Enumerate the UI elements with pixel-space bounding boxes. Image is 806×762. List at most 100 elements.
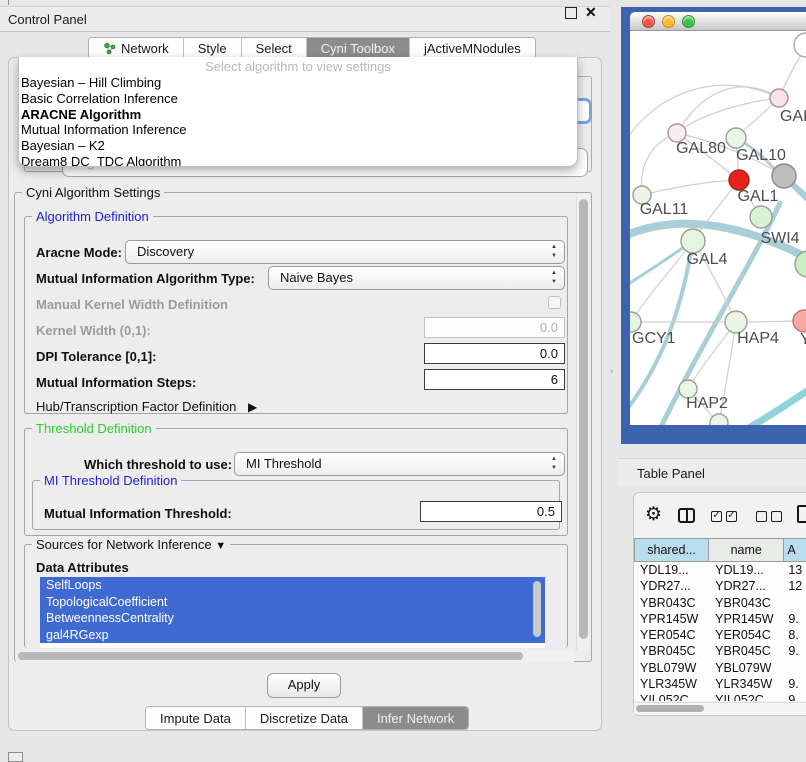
- sources-title-toggle[interactable]: Sources for Network Inference ▼: [32, 537, 230, 552]
- table-row[interactable]: YBR045CYBR045C9.: [634, 643, 806, 659]
- tab-network[interactable]: Network: [89, 38, 183, 59]
- hub-definition-toggle[interactable]: Hub/Transcription Factor Definition ▶: [36, 399, 257, 414]
- network-window-titlebar[interactable]: [630, 12, 806, 31]
- table-row[interactable]: YPR145WYPR145W9.: [634, 611, 806, 627]
- list-scrollbar-thumb[interactable]: [533, 581, 541, 637]
- network-node-gal1[interactable]: [729, 170, 749, 190]
- algorithm-option-aracne-algorithm[interactable]: ARACNE Algorithm: [19, 107, 577, 123]
- split-columns-icon[interactable]: [678, 508, 695, 523]
- network-edge[interactable]: [642, 180, 739, 195]
- table-cell: YLR345W: [709, 676, 784, 692]
- table-rows: YDL19...YDL19...13YDR27...YDR27...12YBR0…: [634, 562, 806, 701]
- network-node-label: GAL1: [738, 188, 779, 205]
- tab-infer-network[interactable]: Infer Network: [362, 707, 468, 729]
- tab-label: Select: [256, 41, 292, 56]
- algorithm-option-mutual-information-inference[interactable]: Mutual Information Inference: [19, 122, 577, 138]
- settings-vertical-scrollbar[interactable]: [576, 196, 590, 650]
- splitter-handle[interactable]: ›: [610, 366, 613, 377]
- which-threshold-select[interactable]: MI Threshold ▲▼: [234, 452, 565, 476]
- network-node-label: HAP4: [737, 330, 779, 347]
- column-header-name[interactable]: name: [709, 538, 784, 562]
- aracne-mode-select[interactable]: Discovery ▲▼: [125, 240, 565, 264]
- network-edge[interactable]: [740, 381, 806, 425]
- table-row[interactable]: YDL19...YDL19...13: [634, 562, 806, 578]
- scrollbar-thumb[interactable]: [18, 652, 523, 660]
- algorithm-option-basic-correlation-inference[interactable]: Basic Correlation Inference: [19, 91, 577, 107]
- table-row[interactable]: YDR27...YDR27...12: [634, 578, 806, 594]
- close-traffic-light[interactable]: [642, 15, 655, 28]
- network-node-label: Y: [800, 331, 806, 348]
- network-graph[interactable]: GALGAL80GAL10GAL1GAL11SWI4GAL4GCY1HAP4YH…: [630, 31, 806, 425]
- attribute-item-gal4rgexp[interactable]: gal4RGexp: [40, 627, 545, 644]
- tab-label: Infer Network: [377, 711, 454, 726]
- gear-icon[interactable]: ⚙: [645, 503, 662, 526]
- float-window-icon[interactable]: [565, 7, 577, 19]
- dpi-tolerance-field[interactable]: 0.0: [424, 343, 565, 364]
- scrollbar-thumb[interactable]: [579, 199, 588, 639]
- unchecked-checkbox-icon[interactable]: [771, 511, 782, 522]
- table-row[interactable]: YBR043CYBR043C: [634, 595, 806, 611]
- network-node-gcy1[interactable]: [630, 312, 641, 332]
- network-edge[interactable]: [677, 98, 779, 133]
- unchecked-checkbox-icon[interactable]: [756, 511, 767, 522]
- checked-checkbox-icon[interactable]: ✓: [711, 511, 722, 522]
- network-node-gal4[interactable]: [681, 229, 705, 253]
- tab-style[interactable]: Style: [183, 38, 241, 59]
- network-node-label: GAL11: [640, 201, 689, 218]
- mi-threshold-field[interactable]: 0.5: [420, 501, 562, 522]
- table-cell: YBR043C: [634, 595, 709, 611]
- network-node-gal[interactable]: [770, 89, 788, 107]
- close-icon[interactable]: ✕: [585, 4, 597, 21]
- tab-jactivemnodules[interactable]: jActiveMNodules: [409, 38, 535, 59]
- apply-button[interactable]: Apply: [267, 673, 341, 698]
- table-cell: YLR345W: [634, 676, 709, 692]
- network-canvas[interactable]: GALGAL80GAL10GAL1GAL11SWI4GAL4GCY1HAP4YH…: [630, 31, 806, 425]
- network-edge[interactable]: [641, 133, 677, 195]
- network-node[interactable]: [794, 33, 806, 57]
- tab-label: Network: [121, 41, 169, 56]
- network-edge[interactable]: [677, 87, 779, 133]
- tab-cyni-toolbox[interactable]: Cyni Toolbox: [306, 38, 409, 59]
- tab-select[interactable]: Select: [241, 38, 306, 59]
- mi-steps-field[interactable]: 6: [424, 369, 565, 390]
- column-header-shared[interactable]: shared...: [634, 538, 709, 562]
- network-node-label: GAL80: [676, 140, 726, 157]
- table-cell: YDL19...: [634, 562, 709, 578]
- attribute-item-selfloops[interactable]: SelfLoops: [40, 577, 545, 594]
- threshold-definition-title: Threshold Definition: [32, 421, 156, 436]
- table-row[interactable]: YBL079WYBL079W: [634, 660, 806, 676]
- mi-algorithm-type-select[interactable]: Naive Bayes ▲▼: [268, 266, 565, 290]
- zoom-traffic-light[interactable]: [682, 15, 695, 28]
- stepper-arrows-icon: ▲▼: [551, 243, 557, 261]
- column-header-a[interactable]: A: [784, 538, 806, 562]
- attribute-item-betweennesscentrality[interactable]: BetweennessCentrality: [40, 610, 545, 627]
- tab-label: Impute Data: [160, 711, 231, 726]
- checked-checkbox-icon[interactable]: ✓: [726, 511, 737, 522]
- mi-algorithm-type-label: Mutual Information Algorithm Type:: [36, 271, 255, 286]
- minimize-traffic-light[interactable]: [662, 15, 675, 28]
- network-edge[interactable]: [630, 85, 779, 146]
- mi-threshold-title: MI Threshold Definition: [40, 473, 181, 488]
- network-node-gal10[interactable]: [726, 128, 746, 148]
- document-icon[interactable]: [797, 505, 806, 523]
- algorithm-option-bayesian-k2[interactable]: Bayesian – K2: [19, 138, 577, 154]
- which-threshold-label: Which threshold to use:: [84, 457, 232, 472]
- table-horizontal-scrollbar[interactable]: [634, 702, 806, 714]
- scrollbar-thumb[interactable]: [636, 705, 704, 712]
- settings-horizontal-scrollbar[interactable]: [16, 650, 574, 662]
- algorithm-dropdown-popup: Select algorithm to view settings Bayesi…: [18, 57, 578, 167]
- table-cell: YBL079W: [709, 660, 784, 676]
- network-node[interactable]: [710, 414, 728, 425]
- tab-impute-data[interactable]: Impute Data: [146, 707, 245, 729]
- table-row[interactable]: YER054CYER054C8.: [634, 627, 806, 643]
- table-row[interactable]: YIL052CYIL052C9: [634, 692, 806, 701]
- algorithm-option-bayesian-hill-climbing[interactable]: Bayesian – Hill Climbing: [19, 75, 577, 91]
- table-row[interactable]: YLR345WYLR345W9.: [634, 676, 806, 692]
- stepper-arrows-icon: ▲▼: [551, 269, 557, 287]
- attribute-item-topologicalcoefficient[interactable]: TopologicalCoefficient: [40, 594, 545, 611]
- network-node-swi4[interactable]: [750, 206, 772, 228]
- network-node-y[interactable]: [793, 310, 806, 332]
- network-node[interactable]: [772, 164, 796, 188]
- tab-discretize-data[interactable]: Discretize Data: [245, 707, 362, 729]
- algorithm-option-dream8-dc-tdc-algorithm[interactable]: Dream8 DC_TDC Algorithm: [19, 154, 577, 167]
